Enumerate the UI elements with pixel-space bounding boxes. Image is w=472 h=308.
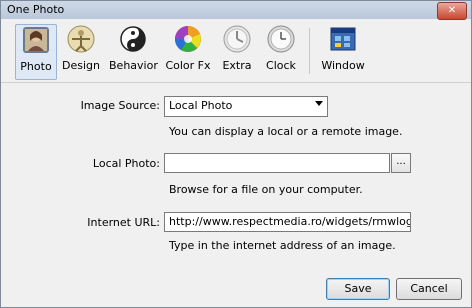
save-button[interactable]: Save [326,278,390,300]
tab-label: Clock [266,59,296,72]
chevron-down-icon [315,101,323,106]
tab-photo[interactable]: Photo [15,24,57,80]
browse-button[interactable]: ... [391,153,411,173]
cancel-button[interactable]: Cancel [396,278,462,300]
window-icon [330,27,356,51]
internet-url-hint: Type in the internet address of an image… [169,239,396,252]
internet-url-field[interactable]: http://www.respectmedia.ro/widgets/rmwlo… [164,212,411,232]
tab-label: Color Fx [165,59,211,72]
local-photo-label: Local Photo: [92,157,160,170]
toolbar: Photo Design Behavior Color Fx Extra Clo… [1,20,471,83]
title-bar: One Photo ✕ [1,1,471,20]
design-icon [67,25,95,53]
tab-label: Behavior [109,59,158,72]
behavior-icon [120,26,146,52]
dialog-window: One Photo ✕ Photo Design Behavior Color … [0,0,472,308]
extra-icon [223,25,251,53]
tab-label: Window [321,59,365,72]
close-button[interactable]: ✕ [437,2,467,20]
image-source-hint: You can display a local or a remote imag… [169,125,403,138]
toolbar-separator [309,28,310,74]
photo-icon [23,27,49,53]
tab-window[interactable]: Window [319,24,367,78]
tab-label: Design [62,59,100,72]
tab-clock[interactable]: Clock [263,24,299,78]
local-photo-hint: Browse for a file on your computer. [169,183,363,196]
internet-url-label: Internet URL: [87,216,160,229]
tab-label: Photo [20,60,52,73]
tab-label: Extra [222,59,252,72]
tab-design[interactable]: Design [61,24,101,78]
image-source-label: Image Source: [80,99,160,112]
tab-behavior[interactable]: Behavior [109,24,158,78]
image-source-select[interactable]: Local Photo [164,96,328,117]
tab-color-fx[interactable]: Color Fx [165,24,211,78]
tab-extra[interactable]: Extra [219,24,255,78]
color-fx-icon [174,25,201,52]
window-title: One Photo [7,3,65,16]
image-source-value: Local Photo [169,99,233,112]
local-photo-field[interactable] [164,153,390,173]
clock-icon [267,25,295,53]
